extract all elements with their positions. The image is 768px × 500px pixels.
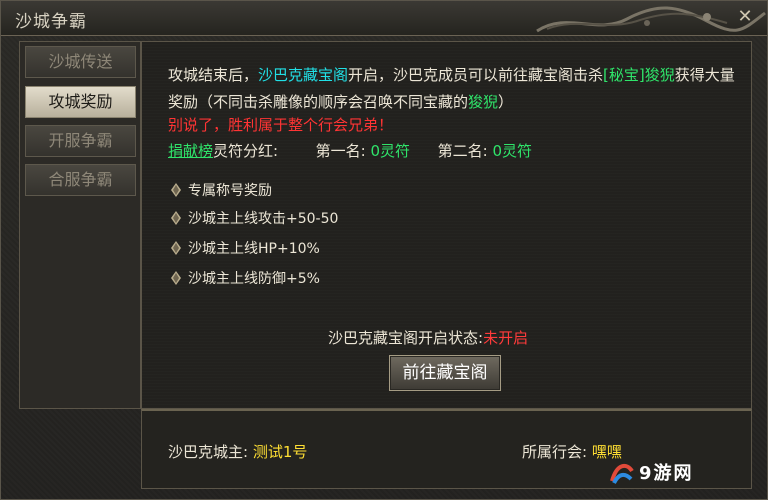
dividend-label: 灵符分红: [213, 142, 279, 160]
reward-item: 沙城主上线防御+5% [170, 268, 320, 288]
city-lord-label: 沙巴克城主: [168, 443, 249, 461]
intro-part2: 开启，沙巴克成员可以前往藏宝阁击杀 [348, 66, 604, 84]
guild-info: 所属行会: 嘿嘿 [522, 441, 622, 462]
treasure-status: 沙巴克藏宝阁开启状态:未开启 [328, 327, 528, 348]
treasure-name-link: 沙巴克藏宝阁 [258, 66, 349, 84]
watermark: 9游网 [609, 459, 749, 487]
first-place-label: 第一名: [315, 142, 366, 160]
ranking-row: 捐献榜灵符分红: 第一名: 0灵符 第二名: 0灵符 [168, 140, 532, 161]
tab-sand-city-teleport[interactable]: 沙城传送 [25, 46, 136, 78]
go-to-treasure-button[interactable]: 前往藏宝阁 [389, 355, 501, 391]
city-lord-value: 测试1号 [252, 443, 308, 461]
diamond-bullet-icon [171, 211, 181, 225]
game-window: 沙城争霸 ✕ 沙城传送 攻城奖励 开服争霸 合服争霸 攻城结束后，沙巴克藏宝阁开… [0, 0, 768, 500]
reward-item: 沙城主上线攻击+50-50 [170, 208, 338, 228]
diamond-bullet-icon [171, 271, 181, 285]
content-panel: 攻城结束后，沙巴克藏宝阁开启，沙巴克成员可以前往藏宝阁击杀[秘宝]狻猊获得大量奖… [141, 41, 752, 409]
tab-siege-rewards[interactable]: 攻城奖励 [25, 86, 136, 118]
reward-label: 沙城主上线HP+10% [188, 241, 320, 257]
diamond-bullet-icon [171, 241, 181, 255]
reward-label: 专属称号奖励 [188, 183, 272, 199]
dragon-ornament-icon [536, 6, 766, 33]
title-bar[interactable]: 沙城争霸 ✕ [1, 1, 767, 36]
reward-item: 沙城主上线HP+10% [170, 238, 320, 258]
donation-ranking-link[interactable]: 捐献榜 [168, 142, 213, 160]
first-place-value: 0灵符 [370, 142, 411, 160]
second-place-label: 第二名: [437, 142, 488, 160]
reward-label: 沙城主上线防御+5% [188, 271, 320, 287]
intro-part1: 攻城结束后， [168, 66, 259, 84]
diamond-bullet-icon [171, 183, 181, 197]
tab-server-merge-contest[interactable]: 合服争霸 [25, 164, 136, 196]
reward-item: 专属称号奖励 [170, 180, 272, 200]
target-name-2: 狻猊 [468, 93, 499, 111]
guild-label: 所属行会: [522, 443, 588, 461]
sidebar: 沙城传送 攻城奖励 开服争霸 合服争霸 [19, 41, 141, 409]
status-value: 未开启 [483, 329, 529, 347]
reward-label: 沙城主上线攻击+50-50 [188, 211, 339, 227]
window-title: 沙城争霸 [15, 12, 87, 32]
intro-part4: ） [498, 93, 514, 111]
close-button[interactable]: ✕ [735, 7, 755, 27]
site-logo-icon [610, 463, 634, 484]
second-place-value: 0灵符 [492, 142, 532, 160]
watermark-text: 9游网 [639, 463, 694, 484]
warning-text: 别说了，胜利属于整个行会兄弟！ [168, 116, 394, 134]
target-name: [秘宝]狻猊 [603, 66, 675, 84]
tab-server-open-contest[interactable]: 开服争霸 [25, 125, 136, 157]
status-label: 沙巴克藏宝阁开启状态: [328, 329, 484, 347]
intro-text: 攻城结束后，沙巴克藏宝阁开启，沙巴克成员可以前往藏宝阁击杀[秘宝]狻猊获得大量奖… [168, 62, 743, 116]
city-lord-info: 沙巴克城主: 测试1号 [168, 441, 307, 462]
